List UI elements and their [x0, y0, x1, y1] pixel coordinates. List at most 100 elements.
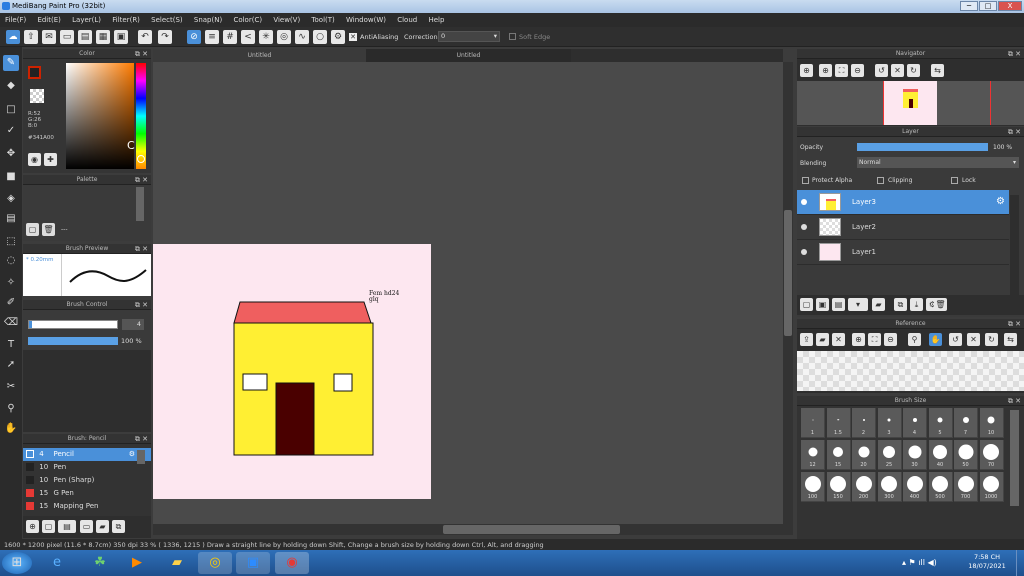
brush-size-cell[interactable]: 70: [979, 440, 1004, 470]
vertical-scroll-thumb[interactable]: [784, 210, 792, 336]
menu-window[interactable]: Window(W): [341, 13, 390, 24]
shape-tool-icon[interactable]: ■: [3, 169, 19, 185]
share-icon[interactable]: ⇧: [24, 30, 38, 44]
grid-snap-icon[interactable]: #: [223, 30, 237, 44]
menu-view[interactable]: View(V): [268, 13, 304, 24]
media-player-icon[interactable]: ▶: [120, 552, 154, 574]
brush-size-cell[interactable]: 700: [954, 472, 978, 502]
app-icon-green[interactable]: ☘: [83, 552, 117, 574]
brush-size-cell[interactable]: 7: [954, 408, 978, 438]
reference-eyedropper-icon[interactable]: ⚲: [908, 333, 921, 346]
divide-tool-icon[interactable]: ✂: [3, 379, 19, 395]
clock[interactable]: 7:58 CH 18/07/2021: [962, 553, 1012, 571]
layer-folder-icon[interactable]: ▰: [872, 298, 885, 311]
brush-item-pen[interactable]: 10 Pen: [23, 461, 151, 474]
grid-toggle-icon[interactable]: ▣: [114, 30, 128, 44]
undo-icon[interactable]: ↶: [138, 30, 152, 44]
brush-size-value[interactable]: 4: [122, 319, 144, 330]
eye-icon[interactable]: [801, 224, 807, 230]
menu-filter[interactable]: Filter(R): [107, 13, 144, 24]
zoom-out-icon[interactable]: ⊖: [851, 64, 864, 77]
snap-off-icon[interactable]: ⊘: [187, 30, 201, 44]
menu-file[interactable]: File(F): [0, 13, 30, 24]
reference-rotate-left-icon[interactable]: ↺: [949, 333, 962, 346]
zoom-icon[interactable]: ▣: [236, 552, 270, 574]
clipping-checkbox[interactable]: [877, 177, 884, 184]
chrome-icon[interactable]: ◎: [198, 552, 232, 574]
brush-size-cell[interactable]: 30: [903, 440, 927, 470]
rotate-left-icon[interactable]: ↺: [875, 64, 888, 77]
brush-size-cell[interactable]: 15: [826, 440, 851, 470]
canvas[interactable]: Fem hd24 glq: [153, 244, 431, 499]
reference-rotate-right-icon[interactable]: ↻: [985, 333, 998, 346]
brush-doc-icon[interactable]: ▭: [80, 520, 93, 533]
radial-snap-icon[interactable]: ✳: [259, 30, 273, 44]
new-8bit-layer-icon[interactable]: ▤: [832, 298, 845, 311]
softedge-checkbox[interactable]: [509, 33, 516, 40]
perspective-snap-icon[interactable]: <: [241, 30, 255, 44]
lock-checkbox[interactable]: [951, 177, 958, 184]
panel-close-icon[interactable]: ⧉ ✕: [135, 300, 148, 310]
hand-tool-icon[interactable]: ✋: [3, 421, 19, 437]
eyedropper-icon[interactable]: ⚲: [3, 401, 19, 417]
select-pen-icon[interactable]: ✓: [3, 123, 19, 139]
color-add-icon[interactable]: ✚: [44, 153, 57, 166]
panel-close-icon[interactable]: ⧉ ✕: [1008, 49, 1021, 59]
hue-handle[interactable]: [137, 155, 145, 163]
select-tool-icon[interactable]: ⬚: [3, 234, 19, 250]
layer-menu-icon[interactable]: ▾: [848, 298, 868, 311]
show-desktop-button[interactable]: [1016, 550, 1024, 576]
select-eraser-icon[interactable]: ⌫: [3, 315, 19, 331]
brush-size-cell[interactable]: 200: [852, 472, 876, 502]
cloud-icon[interactable]: ☁: [6, 30, 20, 44]
brush-size-cell[interactable]: 25: [877, 440, 902, 470]
menu-cloud[interactable]: Cloud: [392, 13, 421, 24]
redo-icon[interactable]: ↷: [158, 30, 172, 44]
move-tool-icon[interactable]: ✥: [3, 146, 19, 162]
dot-tool-icon[interactable]: □: [3, 102, 19, 118]
brush-item-mapping-pen[interactable]: 15 Mapping Pen: [23, 500, 151, 513]
brush-tool-icon[interactable]: ✎: [3, 55, 19, 71]
eraser-tool-icon[interactable]: ◆: [3, 78, 19, 94]
brush-list-scrollbar[interactable]: [137, 450, 145, 464]
maximize-button[interactable]: □: [979, 1, 997, 11]
palette-delete-icon[interactable]: 🗑: [42, 223, 55, 236]
brush-size-cell[interactable]: 500: [928, 472, 953, 502]
magic-wand-icon[interactable]: ✧: [3, 275, 19, 291]
menu-help[interactable]: Help: [423, 13, 448, 24]
reference-close-icon[interactable]: ✕: [832, 333, 845, 346]
panel-close-icon[interactable]: ⧉ ✕: [135, 49, 148, 59]
panel-close-icon[interactable]: ⧉ ✕: [135, 175, 148, 185]
flip-icon[interactable]: ⇆: [931, 64, 944, 77]
ellipse-snap-icon[interactable]: ○: [313, 30, 327, 44]
eye-icon[interactable]: [801, 249, 807, 255]
medibang-icon[interactable]: ◉: [275, 552, 309, 574]
menu-layer[interactable]: Layer(L): [67, 13, 105, 24]
menu-edit[interactable]: Edit(E): [32, 13, 64, 24]
color-wheel-icon[interactable]: ◉: [28, 153, 41, 166]
brush-menu-icon[interactable]: ▤: [58, 520, 76, 533]
brush-folder-icon[interactable]: ▰: [96, 520, 109, 533]
layer-row-layer2[interactable]: Layer2: [797, 215, 1009, 240]
horizontal-scrollbar[interactable]: [153, 524, 793, 535]
background-color-swatch[interactable]: [30, 89, 44, 103]
brush-size-cell[interactable]: 400: [903, 472, 927, 502]
brush-size-cell[interactable]: 150: [826, 472, 851, 502]
lasso-tool-icon[interactable]: ◌: [3, 253, 19, 269]
brush-size-cell[interactable]: 1000: [979, 472, 1004, 502]
brush-size-cell[interactable]: 3: [877, 408, 902, 438]
brush-new-icon[interactable]: ▢: [42, 520, 55, 533]
correction-select[interactable]: 0 ▾: [438, 31, 500, 42]
reference-fit-icon[interactable]: ⛶: [868, 333, 881, 346]
tab-untitled-1[interactable]: Untitled: [153, 49, 366, 62]
brush-size-cell[interactable]: 1.5: [826, 408, 851, 438]
zoom-in-alt-icon[interactable]: ⊕: [819, 64, 832, 77]
navigator-preview[interactable]: [797, 81, 1024, 125]
menu-tool[interactable]: Tool(T): [306, 13, 338, 24]
brush-size-cell[interactable]: 300: [877, 472, 902, 502]
brush-size-cell[interactable]: 12: [801, 440, 825, 470]
brush-size-cell[interactable]: 5: [928, 408, 953, 438]
brush-item-g-pen[interactable]: 15 G Pen: [23, 487, 151, 500]
brush-size-cell[interactable]: 2: [852, 408, 876, 438]
gear-icon[interactable]: ⚙: [129, 448, 135, 461]
